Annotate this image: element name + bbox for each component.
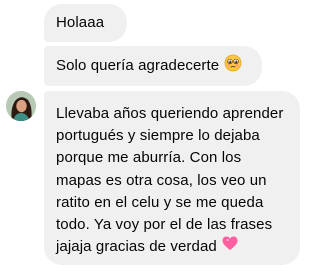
message-text: Solo quería agradecerte — [56, 57, 220, 74]
message-text: Llevaba años queriendo aprender portugué… — [56, 105, 284, 256]
message-bubble-long[interactable]: Llevaba años queriendo aprender portugué… — [44, 91, 300, 265]
message-bubble-gratitude[interactable]: Solo quería agradecerte — [44, 46, 262, 86]
message-text: Holaaa — [56, 14, 105, 31]
avatar[interactable] — [6, 91, 36, 121]
message-bubble-holaaa[interactable]: Holaaa — [44, 4, 127, 42]
heart-icon — [222, 236, 238, 258]
pleading-face-icon — [224, 54, 242, 78]
